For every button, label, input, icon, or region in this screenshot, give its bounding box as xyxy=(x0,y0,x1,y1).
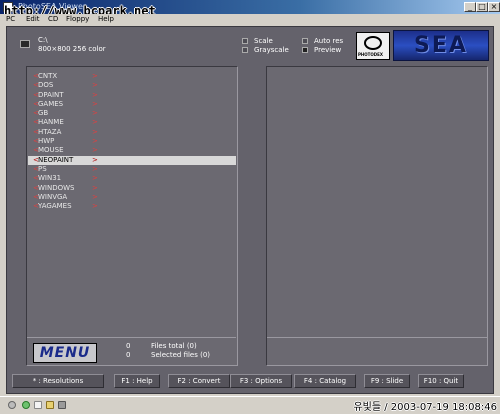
folder-bracket-right-icon: > xyxy=(92,155,98,164)
network-icon[interactable] xyxy=(22,401,30,409)
menu-help[interactable]: Help xyxy=(98,15,114,23)
scale-label: Scale xyxy=(254,37,273,45)
files-total-value: 0 xyxy=(126,342,131,350)
image-resolution: 800×800 256 color xyxy=(38,45,106,53)
menu-pc[interactable]: PC xyxy=(6,15,15,23)
directory-name: PS xyxy=(38,164,47,173)
directory-name: DOS xyxy=(38,81,54,90)
directory-name: MOUSE xyxy=(38,146,64,155)
preview-panel[interactable] xyxy=(266,66,488,366)
folder-bracket-right-icon: > xyxy=(92,192,98,201)
list-item[interactable]: < HTAZA > xyxy=(28,128,236,137)
folder-bracket-right-icon: > xyxy=(92,164,98,173)
folder-bracket-right-icon: > xyxy=(92,127,98,136)
menu-cd[interactable]: CD xyxy=(48,15,58,23)
list-item[interactable]: < NEOPAINT > xyxy=(28,155,236,165)
divider xyxy=(27,337,236,338)
folder-bracket-right-icon: > xyxy=(92,202,98,211)
auto-res-checkbox[interactable] xyxy=(302,38,308,44)
directory-name: GB xyxy=(38,109,49,118)
tool-icon[interactable] xyxy=(58,401,66,409)
function-key-bar: * : Resolutions F1 : Help F2 : Convert F… xyxy=(8,370,492,392)
directory-name: NEOPAINT xyxy=(38,155,74,164)
directory-name: YAGAMES xyxy=(38,202,72,211)
directory-list: < CNTX > < DOS > < DPAINT > < GAMES > < GB > < HANME > < HT… xyxy=(28,72,236,211)
list-item[interactable]: < PS > xyxy=(28,165,236,174)
scale-option[interactable]: Scale xyxy=(242,37,273,45)
selected-files-label: Selected files (0) xyxy=(151,351,211,359)
maximize-button[interactable]: □ xyxy=(476,2,488,12)
list-item[interactable]: < HWP > xyxy=(28,137,236,146)
folder-bracket-right-icon: > xyxy=(92,109,98,118)
list-item[interactable]: < GB > xyxy=(28,109,236,118)
folder-bracket-right-icon: > xyxy=(92,90,98,99)
catalog-button[interactable]: F4 : Catalog xyxy=(294,374,356,388)
folder-bracket-right-icon: > xyxy=(92,118,98,127)
list-item[interactable]: < DOS > xyxy=(28,81,236,90)
list-item[interactable]: < WINVGA > xyxy=(28,193,236,202)
app-window: PhotoSEA Viewer _ □ × http://www.bcpark.… xyxy=(0,0,500,414)
folder-bracket-right-icon: > xyxy=(92,146,98,155)
directory-name: HTAZA xyxy=(38,127,62,136)
preview-label: Preview xyxy=(314,46,342,54)
menu-bar: PC Edit CD Floppy Help xyxy=(0,14,500,26)
list-item[interactable]: < MOUSE > xyxy=(28,146,236,155)
list-item[interactable]: < GAMES > xyxy=(28,100,236,109)
directory-name: HANME xyxy=(38,118,64,127)
resolutions-button[interactable]: * : Resolutions xyxy=(12,374,104,388)
files-total-label: Files total (0) xyxy=(151,342,197,350)
folder-bracket-right-icon: > xyxy=(92,81,98,90)
minimize-button[interactable]: _ xyxy=(464,2,476,12)
selected-files-value: 0 xyxy=(126,351,131,359)
menu-button[interactable]: MENU xyxy=(33,343,97,363)
directory-name: CNTX xyxy=(38,72,58,80)
list-item[interactable]: < WINDOWS > xyxy=(28,184,236,193)
photodex-logo: PHOTODEX xyxy=(356,32,390,60)
preview-checkbox[interactable] xyxy=(302,47,308,53)
eye-icon xyxy=(364,36,382,50)
list-item[interactable]: < DPAINT > xyxy=(28,91,236,100)
start-icon[interactable] xyxy=(8,401,16,409)
options-button[interactable]: F3 : Options xyxy=(230,374,292,388)
help-button[interactable]: F1 : Help xyxy=(114,374,160,388)
folder-bracket-right-icon: > xyxy=(92,174,98,183)
document-icon[interactable] xyxy=(34,401,42,409)
sea-logo: SEA xyxy=(393,30,489,61)
auto-res-label: Auto res xyxy=(314,37,344,45)
folder-bracket-right-icon: > xyxy=(92,137,98,146)
current-path: C:\ xyxy=(38,36,48,44)
timestamp-watermark: 유빛들 / 2003-07-19 18:08:46 xyxy=(353,402,497,413)
convert-button[interactable]: F2 : Convert xyxy=(168,374,230,388)
grayscale-label: Grayscale xyxy=(254,46,289,54)
list-item[interactable]: < YAGAMES > xyxy=(28,202,236,211)
quit-button[interactable]: F10 : Quit xyxy=(418,374,464,388)
directory-name: GAMES xyxy=(38,99,64,108)
directory-name: DPAINT xyxy=(38,90,64,99)
menu-floppy[interactable]: Floppy xyxy=(66,15,89,23)
slide-button[interactable]: F9 : Slide xyxy=(364,374,410,388)
scale-checkbox[interactable] xyxy=(242,38,248,44)
directory-name: HWP xyxy=(38,137,55,146)
directory-name: WINVGA xyxy=(38,192,68,201)
directory-name: WIN31 xyxy=(38,174,62,183)
list-item[interactable]: < HANME > xyxy=(28,118,236,127)
drive-icon xyxy=(20,40,30,48)
directory-name: WINDOWS xyxy=(38,183,75,192)
grayscale-checkbox[interactable] xyxy=(242,47,248,53)
grayscale-option[interactable]: Grayscale xyxy=(242,46,289,54)
preview-option[interactable]: Preview xyxy=(302,46,341,54)
divider xyxy=(267,337,487,338)
menu-edit[interactable]: Edit xyxy=(26,15,40,23)
folder-bracket-right-icon: > xyxy=(92,72,98,80)
folder-bracket-right-icon: > xyxy=(92,99,98,108)
list-item[interactable]: < CNTX > xyxy=(28,72,236,81)
folder-icon[interactable] xyxy=(46,401,54,409)
folder-bracket-right-icon: > xyxy=(92,183,98,192)
close-button[interactable]: × xyxy=(488,2,500,12)
auto-res-option[interactable]: Auto res xyxy=(302,37,343,45)
list-item[interactable]: < WIN31 > xyxy=(28,174,236,183)
